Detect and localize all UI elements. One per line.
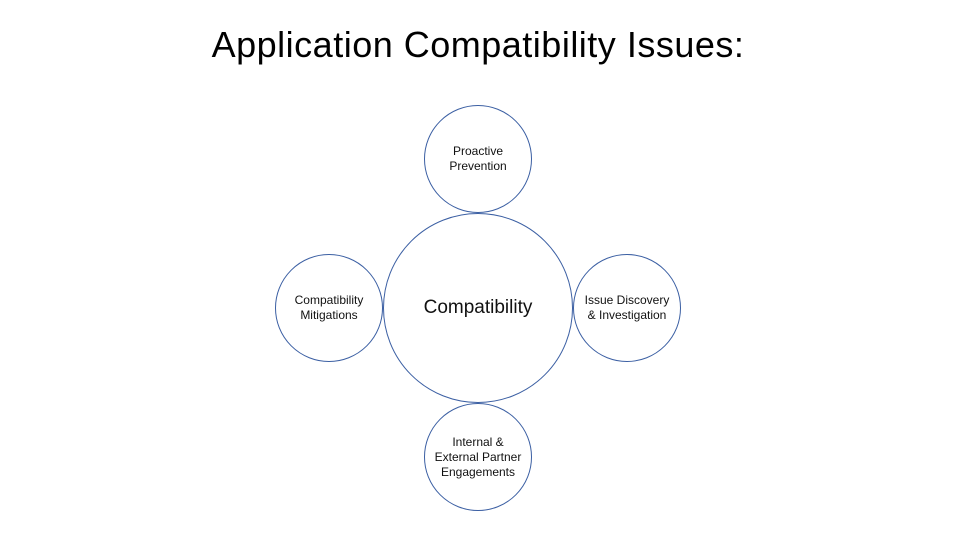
node-partner-engagements: Internal & External Partner Engagements xyxy=(424,403,532,511)
compatibility-diagram: Proactive Prevention Issue Discovery & I… xyxy=(0,95,956,535)
node-compatibility-mitigations: Compatibility Mitigations xyxy=(275,254,383,362)
node-label: Internal & External Partner Engagements xyxy=(433,435,523,480)
node-label: Compatibility xyxy=(424,297,533,319)
node-label: Proactive Prevention xyxy=(433,144,523,174)
node-proactive-prevention: Proactive Prevention xyxy=(424,105,532,213)
node-issue-discovery: Issue Discovery & Investigation xyxy=(573,254,681,362)
node-label: Issue Discovery & Investigation xyxy=(582,293,672,323)
node-compatibility-center: Compatibility xyxy=(383,213,573,403)
page-title: Application Compatibility Issues: xyxy=(0,24,956,66)
node-label: Compatibility Mitigations xyxy=(284,293,374,323)
